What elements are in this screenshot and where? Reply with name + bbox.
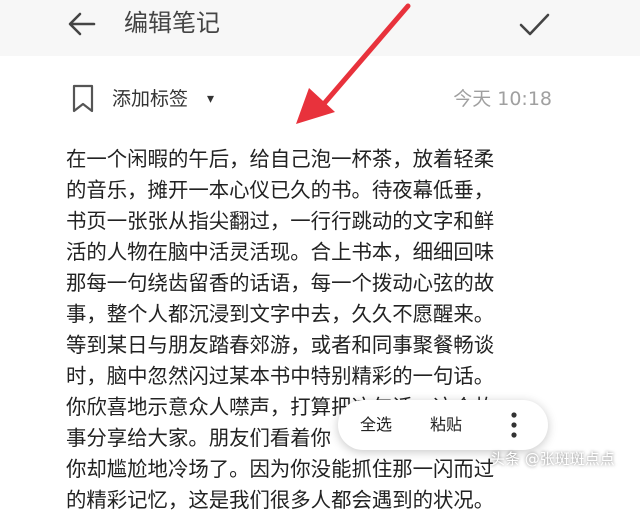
more-vertical-icon[interactable]: [502, 408, 526, 442]
select-all-button[interactable]: 全选: [360, 412, 392, 438]
paste-button[interactable]: 粘贴: [430, 412, 462, 438]
arrow-left-icon[interactable]: [64, 6, 100, 42]
add-tag-button[interactable]: 添加标签: [112, 86, 188, 112]
page-title: 编辑笔记: [124, 9, 220, 37]
note-line: 活的人物在脑中活灵活现。合上书本，细细回味: [66, 240, 495, 264]
note-line: 在一个闲暇的午后，给自己泡一杯茶，放着轻柔: [66, 147, 495, 171]
note-line: 那每一句绕齿留香的话语，每一个拨动心弦的故: [66, 271, 495, 295]
bookmark-icon[interactable]: [70, 84, 96, 114]
note-timestamp: 今天 10:18: [453, 88, 552, 110]
tag-dropdown-caret[interactable]: ▾: [207, 86, 214, 112]
note-line: 事，整个人都沉浸到文字中去，久久不愿醒来。: [66, 302, 495, 326]
note-body[interactable]: 在一个闲暇的午后，给自己泡一杯茶，放着轻柔 的音乐，摊开一本心仪已久的书。待夜幕…: [66, 144, 556, 516]
note-line: 等到某日与朋友踏春郊游，或者和同事聚餐畅谈: [66, 333, 495, 357]
note-line: 时，脑中忽然闪过某本书中特别精彩的一句话。: [66, 364, 495, 388]
note-line: 书页一张张从指尖翻过，一行行跳动的文字和鲜: [66, 209, 495, 233]
app-header: 编辑笔记: [0, 0, 640, 56]
check-icon[interactable]: [516, 6, 552, 42]
text-context-menu: 全选 粘贴: [338, 400, 548, 450]
note-line: 的音乐，摊开一本心仪已久的书。待夜幕低垂，: [66, 178, 495, 202]
note-line: 你却尴尬地冷场了。因为你没能抓住那一闪而过: [66, 457, 495, 481]
tag-bar: 添加标签 ▾ 今天 10:18: [0, 74, 640, 126]
note-line: 的精彩记忆，这是我们很多人都会遇到的状况。: [66, 488, 495, 512]
watermark: 头条 @张斑斑点点: [490, 450, 615, 468]
